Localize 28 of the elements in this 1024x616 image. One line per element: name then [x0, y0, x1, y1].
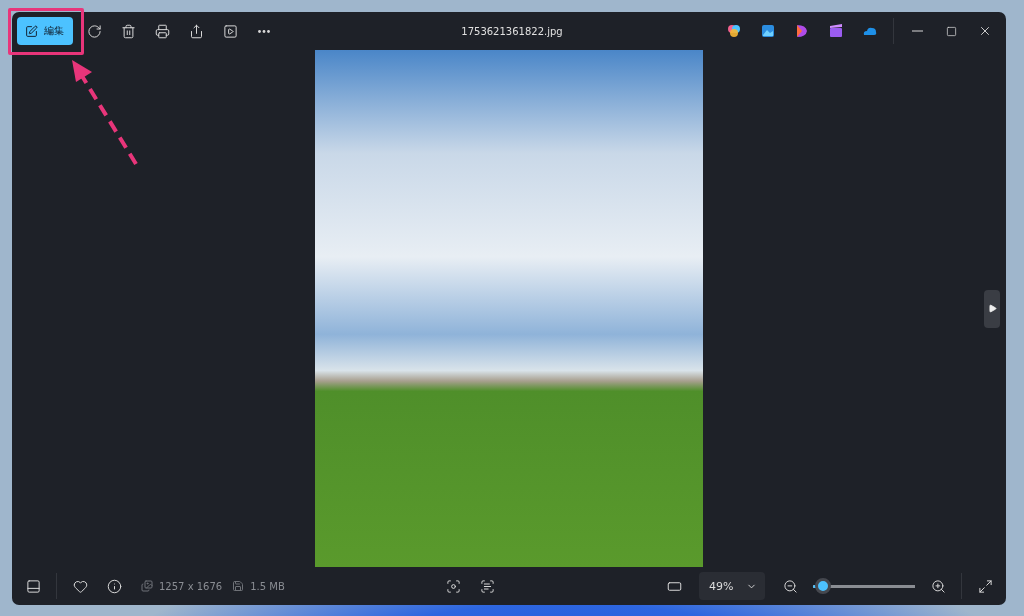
- minimize-icon: [911, 30, 923, 32]
- next-button[interactable]: [984, 289, 1000, 328]
- close-icon: [978, 24, 992, 38]
- zoom-in-icon: [930, 578, 946, 594]
- heart-icon: [72, 578, 88, 594]
- info-icon: [106, 578, 122, 594]
- save-icon: [232, 580, 245, 592]
- play-icon: [987, 304, 997, 313]
- slider-thumb[interactable]: [815, 578, 832, 594]
- zoom-out-icon: [782, 578, 798, 594]
- share-icon: [188, 23, 204, 39]
- maximize-icon: [945, 25, 957, 37]
- rotate-icon: [86, 23, 102, 39]
- trash-icon: [120, 23, 136, 39]
- window-title: 1753621361822.jpg: [461, 25, 563, 37]
- zoom-dropdown[interactable]: 49%: [699, 572, 765, 600]
- scan-icon: [446, 578, 462, 594]
- scan-text-icon: [480, 578, 496, 594]
- edit-button[interactable]: 編集: [17, 17, 73, 45]
- printer-icon: [154, 23, 170, 39]
- images-icon: [141, 580, 153, 592]
- edit-icon: [25, 24, 38, 38]
- expand-icon: [977, 578, 993, 594]
- more-icon: [258, 29, 270, 33]
- image-dimensions: 1257 x 1676: [159, 580, 223, 592]
- file-size: 1.5 MB: [250, 580, 285, 592]
- play-icon: [222, 23, 238, 39]
- filmstrip-icon: [25, 578, 41, 594]
